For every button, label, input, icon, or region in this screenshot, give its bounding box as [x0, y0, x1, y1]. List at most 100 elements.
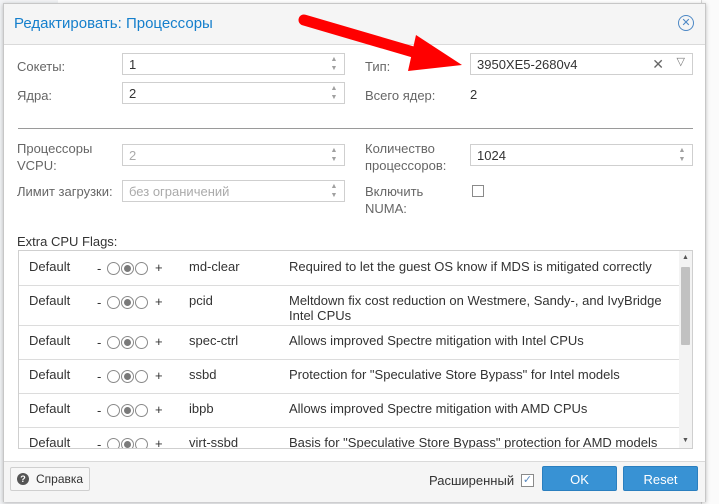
- cores-label: Ядра:: [17, 88, 53, 103]
- cpu-type-value: 3950XE5-2680v4: [477, 57, 578, 72]
- cpu-units-label: Количество процессоров:: [365, 141, 447, 173]
- flag-state: Default: [29, 435, 71, 449]
- vertical-scrollbar[interactable]: ▲ ▼: [679, 251, 692, 448]
- sockets-field[interactable]: 1 ▲ ▼: [122, 53, 345, 75]
- spinner-icon[interactable]: ▲ ▼: [676, 146, 688, 164]
- cores-value: 2: [129, 86, 137, 101]
- spinner-icon[interactable]: ▲ ▼: [328, 182, 340, 200]
- numa-label: Включить NUMA:: [365, 184, 424, 216]
- table-row: Default - + ibpb Allows improved Spectre…: [19, 393, 679, 428]
- scrollbar-thumb[interactable]: [681, 267, 690, 345]
- cpu-limit-field[interactable]: без ограничений ▲ ▼: [122, 180, 345, 202]
- help-button[interactable]: ? Справка: [10, 467, 90, 491]
- table-row: Default - + pcid Meltdown fix cost reduc…: [19, 285, 679, 326]
- flag-toggle: - +: [97, 260, 177, 276]
- minus-label: -: [97, 295, 102, 310]
- radio-default[interactable]: [121, 336, 134, 349]
- flag-name: virt-ssbd: [189, 435, 239, 449]
- radio-off[interactable]: [107, 336, 120, 349]
- radio-off[interactable]: [107, 262, 120, 275]
- scroll-down-icon[interactable]: ▼: [682, 437, 689, 444]
- radio-on[interactable]: [135, 296, 148, 309]
- flag-toggle: - +: [97, 436, 177, 449]
- flag-toggle: - +: [97, 368, 177, 384]
- chevron-down-icon[interactable]: ▽: [677, 55, 685, 68]
- plus-label: +: [155, 294, 163, 309]
- plus-label: +: [155, 334, 163, 349]
- plus-label: +: [155, 368, 163, 383]
- minus-label: -: [97, 437, 102, 449]
- flag-toggle: - +: [97, 334, 177, 350]
- plus-label: +: [155, 436, 163, 449]
- minus-label: -: [97, 403, 102, 418]
- flag-description: Basis for "Speculative Store Bypass" pro…: [289, 435, 658, 449]
- radio-default[interactable]: [121, 296, 134, 309]
- flag-toggle: - +: [97, 294, 177, 310]
- ok-button[interactable]: OK: [542, 466, 617, 491]
- advanced-checkbox[interactable]: ✓: [521, 474, 534, 487]
- type-label: Тип:: [365, 59, 391, 74]
- help-label: Справка: [36, 472, 84, 486]
- spinner-icon[interactable]: ▲ ▼: [328, 55, 340, 73]
- minus-label: -: [97, 261, 102, 276]
- cpu-units-field[interactable]: 1024 ▲ ▼: [470, 144, 693, 166]
- vcpu-field[interactable]: 2 ▲ ▼: [122, 144, 345, 166]
- flag-state: Default: [29, 333, 71, 348]
- minus-label: -: [97, 369, 102, 384]
- vcpu-value: 2: [129, 148, 137, 163]
- cores-field[interactable]: 2 ▲ ▼: [122, 82, 345, 104]
- cpu-units-value: 1024: [477, 148, 506, 163]
- flag-description: Protection for "Speculative Store Bypass…: [289, 367, 620, 382]
- radio-off[interactable]: [107, 404, 120, 417]
- plus-label: +: [155, 260, 163, 275]
- table-row: Default - + spec-ctrl Allows improved Sp…: [19, 325, 679, 360]
- flag-description: Allows improved Spectre mitigation with …: [289, 333, 584, 348]
- vcpu-label: Процессоры VCPU:: [17, 141, 93, 173]
- scroll-up-icon[interactable]: ▲: [682, 254, 689, 261]
- radio-off[interactable]: [107, 296, 120, 309]
- radio-on[interactable]: [135, 370, 148, 383]
- sockets-label: Сокеты:: [17, 59, 66, 74]
- cpu-limit-label: Лимит загрузки:: [17, 184, 113, 199]
- separator: [18, 128, 693, 129]
- total-cores-value: 2: [470, 87, 478, 102]
- clear-icon[interactable]: ✕: [652, 56, 664, 73]
- cpu-type-combobox[interactable]: 3950XE5-2680v4 ✕ ▽: [470, 53, 693, 75]
- table-row: Default - + md-clear Required to let the…: [19, 251, 679, 286]
- flag-description: Required to let the guest OS know if MDS…: [289, 259, 652, 274]
- flag-state: Default: [29, 293, 71, 308]
- reset-button[interactable]: Reset: [623, 466, 698, 491]
- flag-name: spec-ctrl: [189, 333, 239, 348]
- radio-off[interactable]: [107, 438, 120, 448]
- flag-name: pcid: [189, 293, 213, 308]
- cpu-flags-grid: Default - + md-clear Required to let the…: [18, 250, 693, 449]
- dialog-footer: ? Справка Расширенный ✓ OK Reset: [4, 461, 705, 502]
- dialog-title: Редактировать: Процессоры: [14, 15, 213, 32]
- radio-default[interactable]: [121, 404, 134, 417]
- radio-on[interactable]: [135, 438, 148, 448]
- flag-toggle: - +: [97, 402, 177, 418]
- spinner-icon[interactable]: ▲ ▼: [328, 84, 340, 102]
- close-icon[interactable]: ✕: [678, 15, 694, 31]
- radio-on[interactable]: [135, 262, 148, 275]
- radio-default[interactable]: [121, 438, 134, 448]
- table-row: Default - + ssbd Protection for "Specula…: [19, 359, 679, 394]
- edit-processors-dialog: Редактировать: Процессоры ✕ Сокеты: 1 ▲ ▼…: [3, 3, 706, 502]
- radio-off[interactable]: [107, 370, 120, 383]
- numa-checkbox[interactable]: [472, 185, 484, 197]
- flag-state: Default: [29, 367, 71, 382]
- flag-description: Allows improved Spectre mitigation with …: [289, 401, 588, 416]
- minus-label: -: [97, 335, 102, 350]
- question-icon: ?: [17, 473, 29, 485]
- advanced-label: Расширенный: [429, 473, 515, 488]
- spinner-icon[interactable]: ▲ ▼: [328, 146, 340, 164]
- flag-state: Default: [29, 259, 71, 274]
- radio-on[interactable]: [135, 404, 148, 417]
- cpu-limit-value: без ограничений: [129, 184, 230, 199]
- radio-default[interactable]: [121, 370, 134, 383]
- flag-name: ibpb: [189, 401, 214, 416]
- plus-label: +: [155, 402, 163, 417]
- total-cores-label: Всего ядер:: [365, 88, 436, 103]
- radio-default[interactable]: [121, 262, 134, 275]
- radio-on[interactable]: [135, 336, 148, 349]
